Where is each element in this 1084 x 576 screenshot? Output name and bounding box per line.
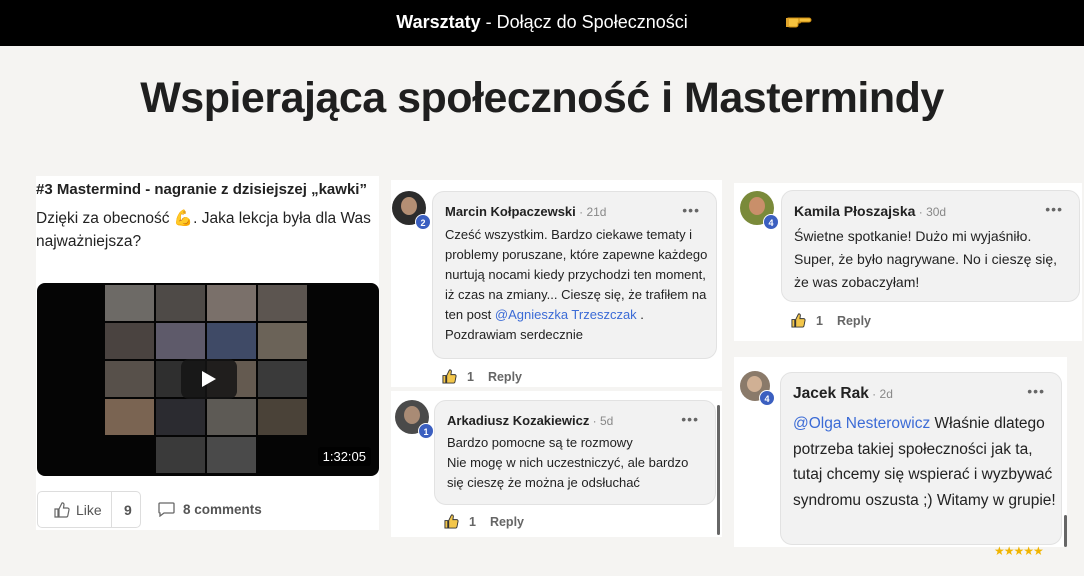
more-options-icon[interactable]: ••• <box>1045 201 1063 217</box>
reply-button[interactable]: Reply <box>488 370 522 384</box>
banner-separator: - <box>480 12 497 32</box>
comment-reactions: 1 Reply <box>791 313 871 331</box>
author-name[interactable]: Marcin Kołpaczewski <box>445 204 576 219</box>
post-body: Dzięki za obecność 💪. Jaka lekcja była d… <box>36 210 371 250</box>
comment-bubble: Jacek Rak · 2d ••• @Olga Nesterowicz Wła… <box>780 372 1062 545</box>
comment-text: Świetne spotkanie! Dużo mi wyjaśniło. Su… <box>794 228 1058 290</box>
like-count: 9 <box>124 502 132 518</box>
comment-card: 1 Arkadiusz Kozakiewicz · 5d ••• Bardzo … <box>391 391 722 537</box>
comment-reactions: 1 Reply <box>442 369 522 387</box>
comment-time-separator: · <box>915 205 927 219</box>
more-options-icon[interactable]: ••• <box>1027 383 1045 399</box>
scrollbar[interactable] <box>717 405 720 535</box>
comment-text: Cześć wszystkim. Bardzo ciekawe tematy i… <box>445 227 708 342</box>
comment-reactions: 1 Reply <box>444 514 524 532</box>
rating-stars: ★★★★★ <box>994 544 1044 558</box>
reply-button[interactable]: Reply <box>837 314 871 328</box>
avatar[interactable]: 4 <box>740 191 779 230</box>
user-mention[interactable]: @Olga Nesterowicz <box>793 415 930 432</box>
play-icon <box>202 371 216 387</box>
author-name[interactable]: Kamila Płoszajska <box>794 203 915 219</box>
comment-card: 4 Kamila Płoszajska · 30d ••• Świetne sp… <box>734 183 1082 341</box>
comment-bubble: Kamila Płoszajska · 30d ••• Świetne spot… <box>781 190 1080 302</box>
comment-author[interactable]: Kamila Płoszajska · 30d <box>794 203 946 219</box>
more-options-icon[interactable]: ••• <box>681 411 699 427</box>
comment-text: @Olga Nesterowicz Właśnie dlatego potrze… <box>793 415 1056 509</box>
like-button[interactable]: Like <box>54 502 102 518</box>
pointing-hand-icon <box>786 17 812 28</box>
like-label: Like <box>76 502 102 518</box>
reaction-count: 1 <box>816 314 823 328</box>
comment-author[interactable]: Marcin Kołpaczewski · 21d <box>445 204 606 219</box>
banner-text[interactable]: Warsztaty - Dołącz do Społeczności <box>0 12 1084 33</box>
avatar[interactable]: 4 <box>740 371 775 406</box>
avatar[interactable]: 1 <box>395 400 434 439</box>
avatar[interactable]: 2 <box>392 191 431 230</box>
thumbs-up-icon[interactable] <box>444 514 459 532</box>
video-duration: 1:32:05 <box>317 447 371 466</box>
comment-time-separator: · <box>589 414 600 428</box>
reaction-count: 1 <box>469 515 476 529</box>
comment-time: 21d <box>586 205 607 219</box>
post-card: #3 Mastermind - nagranie z dzisiejszej „… <box>36 176 379 530</box>
comment-text: Bardzo pomocne są te rozmowy Nie mogę w … <box>447 435 689 490</box>
level-badge: 1 <box>418 423 434 439</box>
reply-button[interactable]: Reply <box>490 515 524 529</box>
divider <box>111 492 112 527</box>
level-badge: 4 <box>763 214 779 230</box>
author-name[interactable]: Arkadiusz Kozakiewicz <box>447 413 589 428</box>
comments-link[interactable]: 8 comments <box>158 502 262 518</box>
like-button-group[interactable]: Like 9 <box>37 491 141 528</box>
comments-count: 8 comments <box>183 502 262 517</box>
more-options-icon[interactable]: ••• <box>682 202 700 218</box>
banner-cta[interactable]: Dołącz do Społeczności <box>497 12 688 32</box>
author-name[interactable]: Jacek Rak <box>793 385 869 402</box>
user-mention[interactable]: @Agnieszka Trzeszczak <box>495 307 637 322</box>
page-title: Wspierająca społeczność i Mastermindy <box>140 74 944 122</box>
comment-bubble: Arkadiusz Kozakiewicz · 5d ••• Bardzo po… <box>434 400 716 505</box>
play-button[interactable] <box>181 359 237 399</box>
thumbs-up-icon <box>54 502 70 518</box>
comment-bubble: Marcin Kołpaczewski · 21d ••• Cześć wszy… <box>432 191 717 359</box>
level-badge: 4 <box>759 390 775 406</box>
comment-time: 5d <box>600 414 614 428</box>
comment-time: 2d <box>879 387 893 401</box>
comment-author[interactable]: Jacek Rak · 2d <box>793 385 893 403</box>
top-banner[interactable]: Warsztaty - Dołącz do Społeczności <box>0 0 1084 46</box>
reaction-count: 1 <box>467 370 474 384</box>
thumbs-up-icon[interactable] <box>442 369 457 387</box>
comment-time: 30d <box>926 205 947 219</box>
scrollbar[interactable] <box>1064 515 1067 547</box>
level-badge: 2 <box>415 214 431 230</box>
post-title: #3 Mastermind - nagranie z dzisiejszej „… <box>36 181 367 198</box>
comment-card: 2 Marcin Kołpaczewski · 21d ••• Cześć ws… <box>391 180 722 387</box>
video-player[interactable]: 1:32:05 <box>37 283 379 476</box>
comment-time-separator: · <box>575 205 587 219</box>
comment-author[interactable]: Arkadiusz Kozakiewicz · 5d <box>447 413 613 428</box>
banner-brand: Warsztaty <box>396 12 481 32</box>
comment-card: 4 Jacek Rak · 2d ••• @Olga Nesterowicz W… <box>734 357 1067 547</box>
comment-time-separator: · <box>868 387 880 401</box>
thumbs-up-icon[interactable] <box>791 313 806 331</box>
comment-icon <box>158 502 175 518</box>
